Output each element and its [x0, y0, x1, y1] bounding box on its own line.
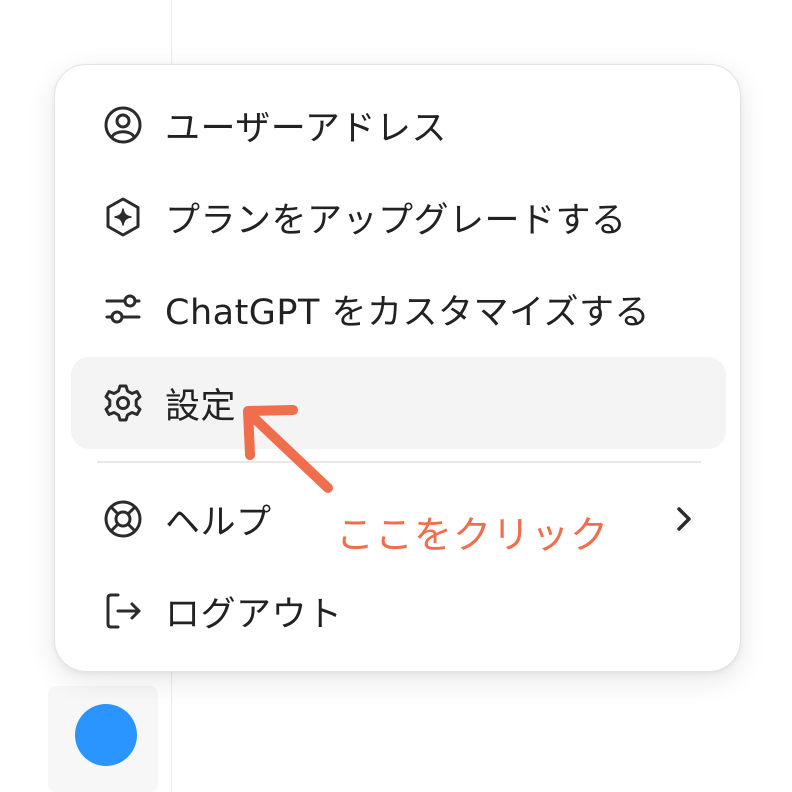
menu-item-upgrade-plan[interactable]: プランをアップグレードする	[71, 171, 726, 263]
menu-item-customize-chatgpt[interactable]: ChatGPT をカスタマイズする	[71, 263, 726, 355]
menu-item-label: ログアウト	[165, 594, 343, 635]
account-menu: ユーザーアドレス プランをアップグレードする ChatGPT をカスタマイズする…	[54, 64, 741, 672]
gear-icon	[101, 381, 145, 425]
sliders-icon	[101, 287, 145, 331]
menu-item-label: プランをアップグレードする	[165, 200, 627, 241]
menu-item-label: 設定	[165, 386, 237, 427]
menu-divider	[97, 461, 701, 463]
menu-item-label: ChatGPT をカスタマイズする	[165, 292, 650, 333]
upgrade-sparkle-icon	[101, 195, 145, 239]
chevron-right-icon	[677, 507, 691, 531]
menu-item-label: ユーザーアドレス	[165, 108, 447, 149]
menu-item-user-address[interactable]: ユーザーアドレス	[71, 79, 726, 171]
menu-item-label: ヘルプ	[165, 502, 272, 543]
logout-icon	[101, 589, 145, 633]
menu-item-settings[interactable]: 設定	[71, 357, 726, 449]
screen: ユーザーアドレス プランをアップグレードする ChatGPT をカスタマイズする…	[0, 0, 792, 792]
user-circle-icon	[101, 103, 145, 147]
menu-item-logout[interactable]: ログアウト	[71, 565, 726, 657]
avatar[interactable]	[75, 704, 137, 766]
lifebuoy-icon	[101, 497, 145, 541]
annotation-label: ここをクリック	[336, 513, 610, 557]
